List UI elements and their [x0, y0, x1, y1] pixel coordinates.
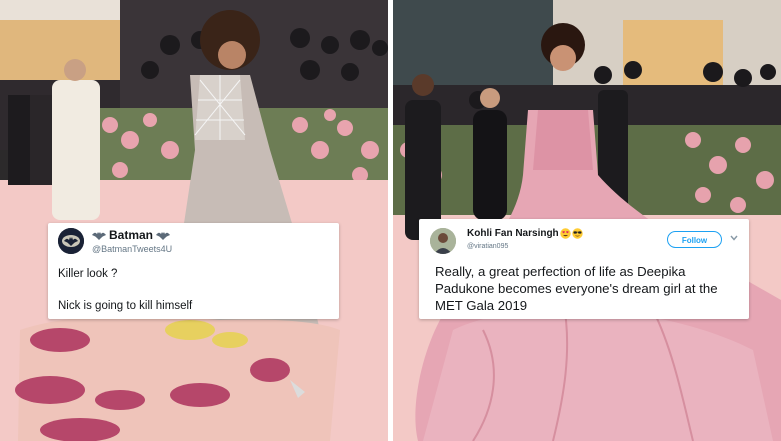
author-name-row: Batman — [92, 228, 171, 242]
chevron-down-icon[interactable] — [730, 235, 738, 241]
collage: Batman @BatmanTweets4U Killer look ? Nic… — [0, 0, 781, 441]
left-photo — [0, 0, 388, 441]
avatar[interactable] — [430, 228, 456, 254]
batman-avatar-icon — [58, 228, 84, 254]
tweet-text-line: Nick is going to kill himself — [58, 300, 193, 312]
author-display-name[interactable]: Kohli Fan Narsingh — [467, 228, 559, 239]
bat-symbol-icon — [92, 231, 106, 240]
author-handle[interactable]: @BatmanTweets4U — [92, 244, 172, 254]
author-name-row: Kohli Fan Narsingh — [467, 228, 583, 239]
author-handle[interactable]: @viratian095 — [467, 243, 508, 250]
tweet-text-line: Killer look ? — [58, 268, 118, 280]
right-tweet-card: Kohli Fan Narsingh @viratian095 Follow R… — [419, 219, 749, 319]
sunglasses-emoji-icon — [571, 228, 583, 239]
author-display-name[interactable]: Batman — [109, 228, 153, 242]
follow-button[interactable]: Follow — [667, 231, 722, 248]
tweet-text: Really, a great perfection of life as De… — [435, 264, 718, 313]
heart-eyes-emoji-icon — [559, 228, 571, 239]
avatar[interactable] — [58, 228, 84, 254]
left-tweet-card: Batman @BatmanTweets4U Killer look ? Nic… — [48, 223, 339, 319]
profile-photo-icon — [430, 228, 456, 254]
left-photo-scene — [0, 0, 388, 441]
bat-symbol-icon — [156, 231, 171, 240]
